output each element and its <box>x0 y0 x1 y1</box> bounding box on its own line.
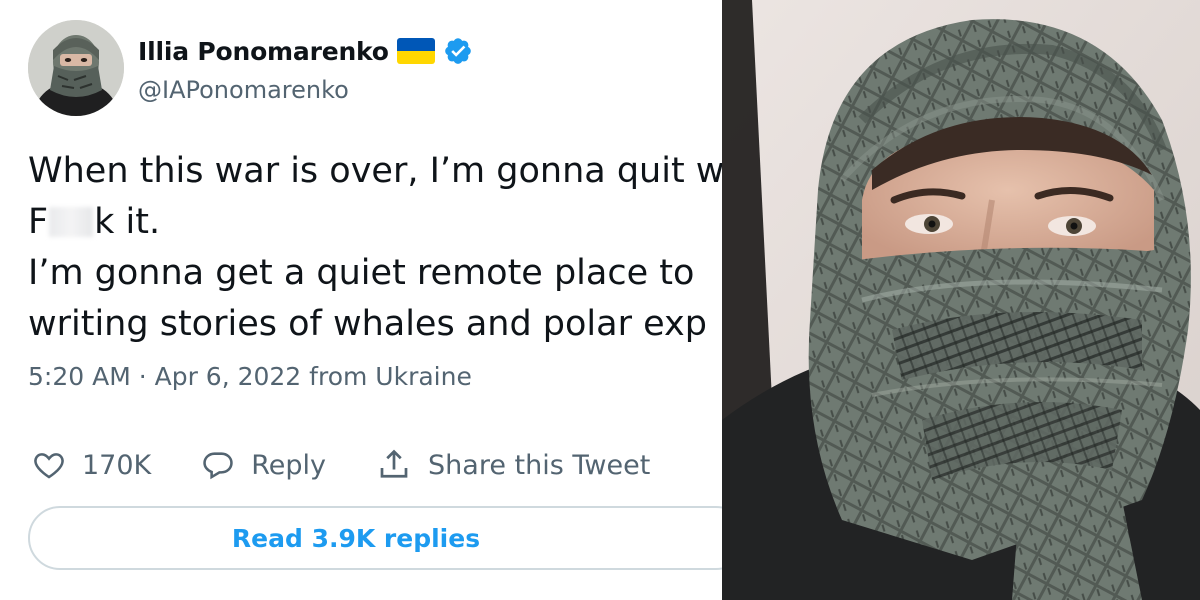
ukraine-flag-icon <box>396 38 435 64</box>
tweet-text-line-4: writing stories of whales and polar exp <box>28 304 707 344</box>
censored-line-rest: k it. <box>94 202 161 242</box>
tweet-text-line-3: I’m gonna get a quiet remote place to <box>28 253 695 293</box>
like-button[interactable]: 170K <box>32 448 151 482</box>
photo-illustration <box>722 0 1200 600</box>
read-replies-label: Read 3.9K replies <box>231 523 481 553</box>
reply-button[interactable]: Reply <box>201 448 326 482</box>
reply-bubble-icon <box>201 448 235 482</box>
tweet-text-line-1: When this war is over, I’m gonna quit w <box>28 151 722 191</box>
author-display-name[interactable]: Illia Ponomarenko <box>138 37 389 66</box>
tweet-actions: 170K Reply Share this Tweet <box>32 442 700 488</box>
share-button[interactable]: Share this Tweet <box>376 447 650 483</box>
avatar[interactable] <box>28 20 124 116</box>
like-count: 170K <box>82 449 152 481</box>
reply-label: Reply <box>251 449 327 481</box>
share-upload-icon <box>376 447 412 483</box>
author-name-row: Illia Ponomarenko <box>138 34 473 68</box>
author-handle[interactable]: @IAPonomarenko <box>138 76 349 104</box>
tweet-card: Illia Ponomarenko @IAPonomarenko When th… <box>0 0 722 600</box>
tweet-text-line-2: Fk it. <box>28 197 722 248</box>
tweet-timestamp[interactable]: 5:20 AM · Apr 6, 2022 from Ukraine <box>28 362 472 391</box>
tweet-text: When this war is over, I’m gonna quit w … <box>28 146 722 350</box>
read-replies-button[interactable]: Read 3.9K replies <box>28 506 722 570</box>
censored-blur <box>49 207 94 237</box>
heart-icon <box>32 448 66 482</box>
verified-badge-icon <box>443 36 473 66</box>
person-in-shemagh-photo <box>722 0 1200 600</box>
censored-word-start: F <box>28 202 49 242</box>
share-label: Share this Tweet <box>428 449 651 481</box>
